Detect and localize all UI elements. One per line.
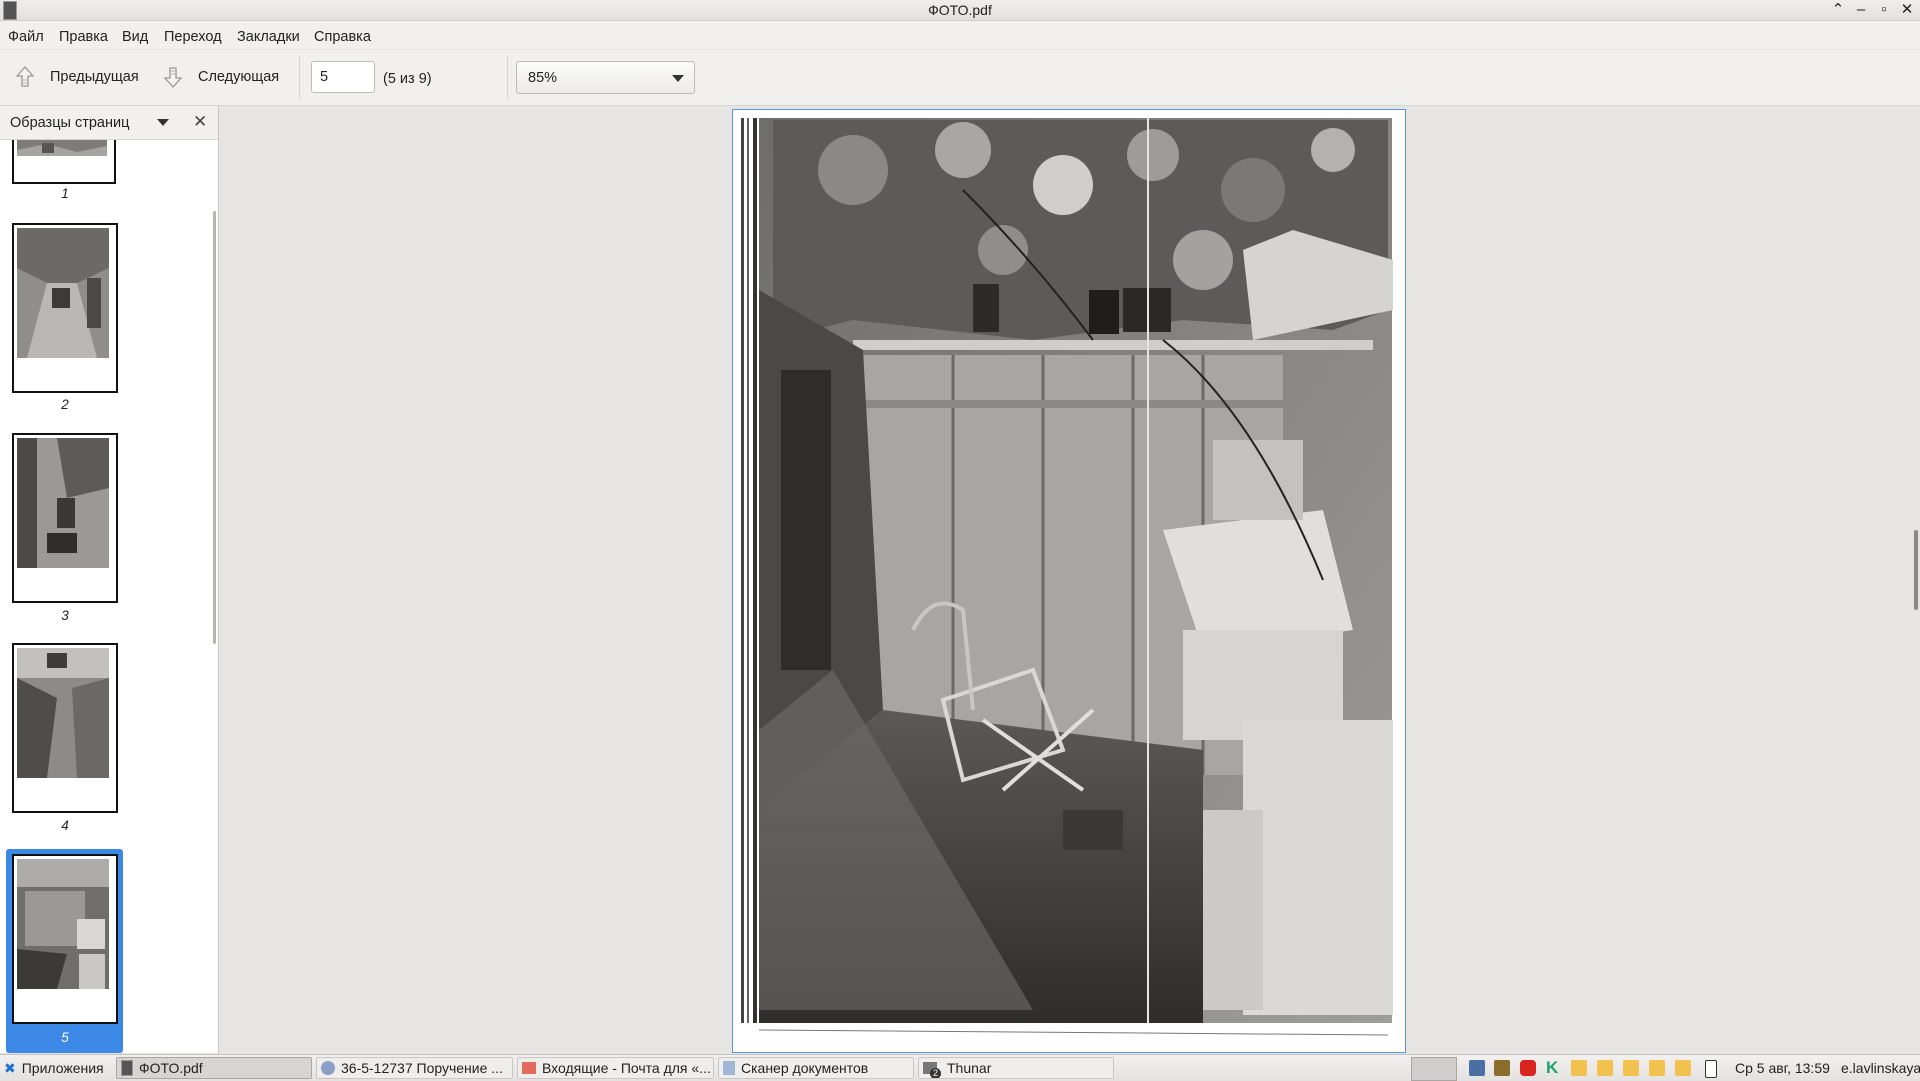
browser-icon <box>321 1061 335 1075</box>
task-label: 36-5-12737 Поручение ... <box>341 1060 503 1076</box>
taskbar: ✖ Приложения ФОТО.pdf 36-5-12737 Поручен… <box>0 1054 1920 1081</box>
thumbnail-number: 5 <box>61 1030 69 1045</box>
previous-label: Предыдущая <box>50 69 139 85</box>
thumbnail-image <box>17 438 109 568</box>
next-page-button[interactable]: Следующая <box>160 64 279 90</box>
document-scrollbar[interactable] <box>1914 530 1918 610</box>
task-scanner[interactable]: Сканер документов <box>718 1057 914 1079</box>
menu-view[interactable]: Вид <box>122 29 148 45</box>
task-foto-pdf[interactable]: ФОТО.pdf <box>116 1057 312 1079</box>
menu-go[interactable]: Переход <box>164 29 222 45</box>
network-icon[interactable] <box>1469 1060 1485 1076</box>
kaspersky-icon[interactable]: K <box>1546 1058 1562 1077</box>
arrow-down-icon <box>163 67 183 88</box>
zoom-select[interactable]: 85% <box>516 61 695 94</box>
thumbnail-page-2[interactable] <box>12 223 118 393</box>
notification-icon[interactable] <box>1571 1060 1587 1076</box>
applications-menu-button[interactable]: ✖ Приложения <box>0 1057 114 1079</box>
thumbnail-page-4[interactable] <box>12 643 118 813</box>
battery-icon[interactable] <box>1705 1060 1717 1078</box>
maximize-button[interactable]: ▫ <box>1875 1 1893 19</box>
menu-edit[interactable]: Правка <box>59 29 108 45</box>
thumbnail-page-5[interactable] <box>12 854 118 1024</box>
close-window-button[interactable]: ✕ <box>1898 1 1916 19</box>
workspace-switcher[interactable] <box>1411 1057 1457 1081</box>
xfce-icon: ✖ <box>4 1059 16 1076</box>
thumbnail-number: 2 <box>61 397 69 412</box>
sidebar-scrollbar[interactable] <box>213 211 216 644</box>
window-count-badge: 2 <box>930 1068 941 1078</box>
window-title: ФОТО.pdf <box>928 2 992 18</box>
thumbnail-image <box>17 859 109 989</box>
mail-icon <box>522 1062 536 1074</box>
next-label: Следующая <box>198 69 280 85</box>
notification-icon[interactable] <box>1649 1060 1665 1076</box>
chevron-up-icon[interactable]: ⌃ <box>1829 1 1847 19</box>
chevron-down-icon <box>672 75 684 82</box>
menu-file[interactable]: Файл <box>8 29 44 45</box>
scanned-photo <box>733 110 1405 1052</box>
menu-bar: Файл Правка Вид Переход Закладки Справка <box>0 21 1920 49</box>
task-mail[interactable]: Входящие - Почта для «... <box>517 1057 714 1079</box>
task-browser[interactable]: 36-5-12737 Поручение ... <box>316 1057 513 1079</box>
thumbnail-number: 3 <box>61 608 69 623</box>
antivirus-icon[interactable] <box>1520 1060 1536 1076</box>
task-label: ФОТО.pdf <box>139 1060 203 1076</box>
arrow-up-icon <box>15 66 35 87</box>
thumbnail-number: 1 <box>61 186 69 201</box>
scanner-icon <box>723 1061 735 1075</box>
thumbnail-image <box>17 648 109 778</box>
thumbnail-page-1[interactable] <box>12 140 116 184</box>
sidebar-header: Образцы страниц ✕ <box>0 106 218 140</box>
thumbnail-number: 4 <box>61 818 69 833</box>
thumbnail-page-3[interactable] <box>12 433 118 603</box>
close-icon[interactable]: ✕ <box>193 112 207 132</box>
minimize-button[interactable]: – <box>1852 1 1870 19</box>
clock[interactable]: Ср 5 авг, 13:59 <box>1735 1060 1830 1076</box>
thumbnail-image <box>17 228 109 358</box>
user-name[interactable]: e.lavlinskaya <box>1841 1060 1920 1076</box>
notification-icon[interactable] <box>1675 1060 1691 1076</box>
page-count: (5 из 9) <box>383 71 432 87</box>
thumbnail-image <box>17 140 107 156</box>
menu-help[interactable]: Справка <box>314 29 371 45</box>
thumbnail-sidebar: Образцы страниц ✕ 1 2 3 4 5 <box>0 106 219 1053</box>
task-label: Thunar <box>947 1060 992 1076</box>
task-label: Сканер документов <box>741 1060 869 1076</box>
sidebar-mode-dropdown[interactable] <box>157 119 169 126</box>
notification-icon[interactable] <box>1623 1060 1639 1076</box>
folder-icon: 2 <box>923 1062 941 1078</box>
page-number-input[interactable] <box>311 61 375 93</box>
toolbar: Предыдущая Следующая (5 из 9) 85% <box>0 50 1920 106</box>
title-bar: ФОТО.pdf ⌃ – ▫ ✕ <box>0 0 1920 21</box>
task-thunar[interactable]: 2 Thunar <box>918 1057 1114 1079</box>
menu-bookmarks[interactable]: Закладки <box>237 29 300 45</box>
notification-icon[interactable] <box>1597 1060 1613 1076</box>
clipboard-icon[interactable] <box>1494 1060 1510 1076</box>
previous-page-button[interactable]: Предыдущая <box>12 64 139 90</box>
applications-label: Приложения <box>21 1060 104 1076</box>
toolbar-separator <box>299 56 300 100</box>
document-icon <box>121 1060 133 1076</box>
sidebar-title: Образцы страниц <box>10 115 130 131</box>
toolbar-separator <box>507 56 508 100</box>
task-label: Входящие - Почта для «... <box>542 1060 711 1076</box>
document-page <box>732 109 1406 1053</box>
zoom-value: 85% <box>528 70 558 86</box>
